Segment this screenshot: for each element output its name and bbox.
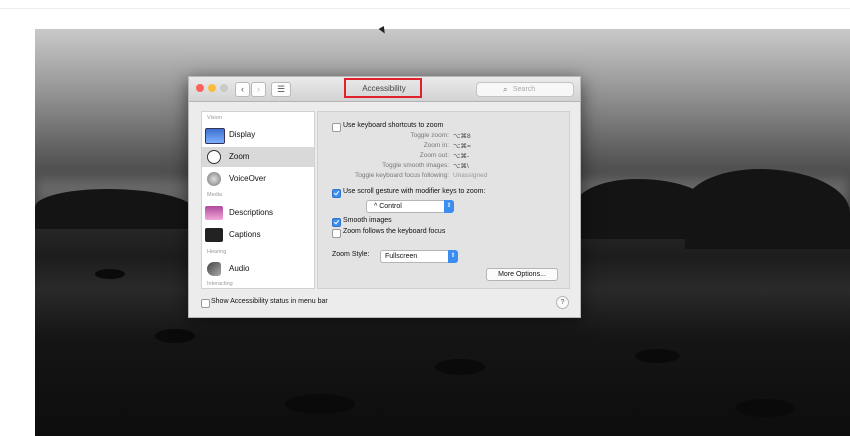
shortcut-label: Toggle smooth images: (382, 162, 449, 169)
shortcut-key: ⌥⌘\ (453, 163, 469, 170)
zoom-style-select[interactable]: Fullscreen ⇕ (380, 250, 458, 263)
shortcut-label: Zoom out: (419, 152, 449, 159)
shortcut-label: Toggle keyboard focus following: (355, 172, 449, 179)
shortcut-label: Zoom in: (423, 142, 449, 149)
category-sidebar[interactable]: Vision Display Zoom VoiceOver Media Desc… (201, 111, 315, 289)
minimize-button[interactable] (208, 84, 216, 92)
captions-icon (205, 228, 223, 242)
zoom-settings-pane: Use keyboard shortcuts to zoom Toggle zo… (317, 111, 570, 289)
voiceover-icon (207, 172, 221, 186)
zoom-style-value: Fullscreen (385, 253, 418, 260)
zoom-icon (207, 150, 221, 164)
sidebar-item-label: Audio (229, 264, 250, 273)
sidebar-item-zoom[interactable]: Zoom (202, 147, 314, 167)
scroll-gesture-label: Use scroll gesture with modifier keys to… (343, 188, 486, 195)
wallpaper-rock (435, 359, 485, 375)
wallpaper-rock (635, 349, 680, 363)
popup-arrows-icon: ⇕ (448, 250, 458, 263)
sidebar-item-label: Display (229, 130, 256, 139)
category-hearing: Hearing (207, 249, 227, 255)
follow-keyboard-focus-checkbox[interactable] (332, 229, 341, 238)
wallpaper-rock (285, 394, 355, 414)
show-status-checkbox[interactable] (201, 299, 210, 308)
sidebar-item-label: Zoom (229, 152, 250, 161)
show-status-label: Show Accessibility status in menu bar (211, 298, 328, 305)
popup-arrows-icon: ⇕ (444, 200, 454, 213)
sidebar-item-label: Descriptions (229, 208, 274, 217)
display-icon (205, 128, 225, 144)
shortcut-key: ⌥⌘- (453, 153, 470, 160)
keyboard-shortcuts-checkbox[interactable] (332, 123, 341, 132)
audio-icon (207, 262, 221, 276)
modifier-key-value: ^ Control (374, 203, 402, 210)
sidebar-item-label: Captions (229, 230, 261, 239)
keyboard-shortcuts-label: Use keyboard shortcuts to zoom (343, 122, 444, 129)
zoom-style-label: Zoom Style: (332, 251, 370, 258)
smooth-images-checkbox[interactable] (332, 218, 341, 227)
search-placeholder: Search (513, 86, 536, 93)
close-button[interactable] (196, 84, 204, 92)
sidebar-item-display[interactable]: Display (202, 125, 314, 145)
show-all-grid-button[interactable]: ☰ (271, 82, 291, 97)
search-icon: ⌕ (503, 85, 508, 94)
descriptions-icon (205, 206, 223, 220)
top-divider (0, 8, 850, 9)
wallpaper-rock (95, 269, 125, 279)
forward-button[interactable]: › (251, 82, 266, 97)
shortcut-label: Toggle zoom: (410, 132, 449, 139)
more-options-button[interactable]: More Options... (486, 268, 558, 281)
accessibility-preferences-window: ‹ › ☰ Accessibility ⌕ Search Vision Disp… (188, 76, 581, 318)
category-media: Media (207, 192, 222, 198)
title-bar[interactable]: ‹ › ☰ Accessibility ⌕ Search (189, 77, 580, 102)
wallpaper-rock (155, 329, 195, 343)
sidebar-item-voiceover[interactable]: VoiceOver (202, 169, 314, 189)
shortcut-key: ⌥⌘= (453, 143, 471, 150)
follow-keyboard-focus-label: Zoom follows the keyboard focus (343, 228, 446, 235)
shortcut-key: ⌥⌘8 (453, 133, 471, 140)
back-button[interactable]: ‹ (235, 82, 250, 97)
fullscreen-button[interactable] (220, 84, 228, 92)
category-interacting: Interacting (207, 281, 233, 287)
title-highlight-box (344, 78, 422, 98)
sidebar-item-audio[interactable]: Audio (202, 259, 314, 279)
help-button[interactable]: ? (556, 296, 569, 309)
sidebar-item-descriptions[interactable]: Descriptions (202, 203, 314, 223)
scroll-gesture-checkbox[interactable] (332, 189, 341, 198)
shortcut-key: Unassigned (453, 172, 488, 179)
wallpaper-hill (35, 189, 195, 229)
sidebar-item-captions[interactable]: Captions (202, 225, 314, 245)
wallpaper-rock (735, 399, 795, 417)
sidebar-item-label: VoiceOver (229, 174, 266, 183)
category-vision: Vision (207, 115, 222, 121)
modifier-key-select[interactable]: ^ Control ⇕ (366, 200, 454, 213)
smooth-images-label: Smooth images (343, 217, 392, 224)
search-input[interactable]: ⌕ Search (476, 82, 574, 97)
